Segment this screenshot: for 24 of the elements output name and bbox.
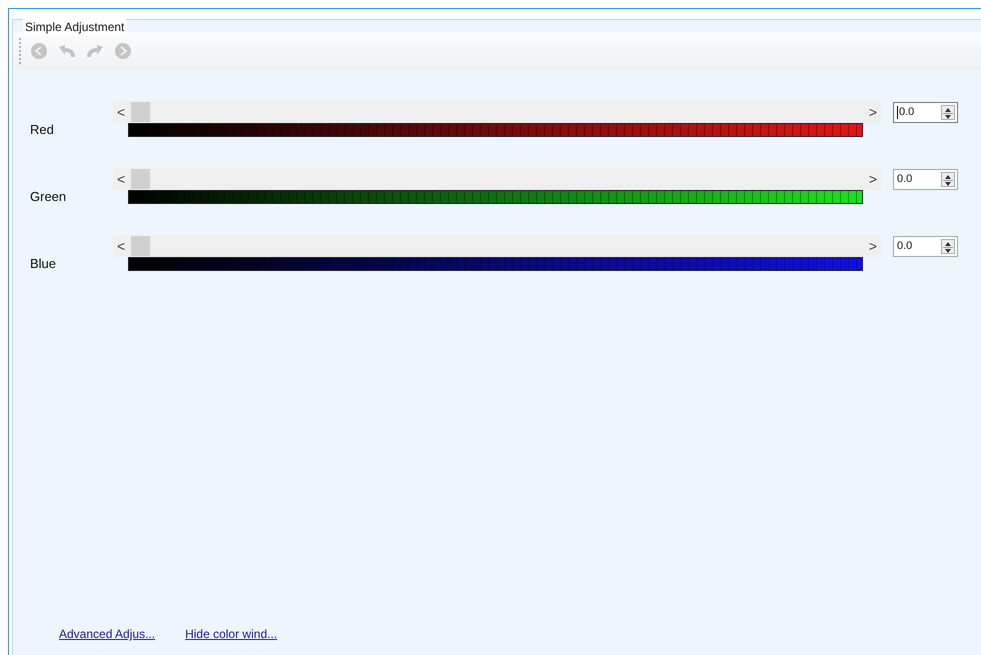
scroll-right-arrow[interactable]: > xyxy=(868,172,877,186)
value-spinbox[interactable]: 0.0 xyxy=(893,102,958,123)
slider-thumb[interactable] xyxy=(131,236,150,256)
value-spinbox[interactable]: 0.0 xyxy=(893,169,958,190)
channel-label: Green xyxy=(29,188,68,206)
slider-thumb[interactable] xyxy=(131,102,150,122)
slider-thumb[interactable] xyxy=(131,169,150,189)
scroll-left-arrow[interactable]: < xyxy=(117,172,126,186)
spin-arrows-icon[interactable] xyxy=(941,105,955,120)
slider-track[interactable]: < > xyxy=(113,168,881,190)
spin-arrows-icon[interactable] xyxy=(941,239,955,254)
slider-track[interactable]: < > xyxy=(113,101,881,123)
channel-label: Red xyxy=(29,121,55,139)
spin-arrows-icon[interactable] xyxy=(941,172,955,187)
value-spinbox[interactable]: 0.0 xyxy=(893,236,958,257)
scroll-right-arrow[interactable]: > xyxy=(868,105,877,119)
slider-track[interactable]: < > xyxy=(113,235,881,257)
scroll-left-arrow[interactable]: < xyxy=(117,105,126,119)
channel-label: Blue xyxy=(29,255,58,273)
scroll-left-arrow[interactable]: < xyxy=(117,239,126,253)
scroll-right-arrow[interactable]: > xyxy=(868,239,877,253)
group-title: Simple Adjustment xyxy=(23,19,126,35)
link[interactable]: Advanced Adjus... xyxy=(59,625,156,643)
link[interactable]: Hide color wind... xyxy=(185,625,278,643)
